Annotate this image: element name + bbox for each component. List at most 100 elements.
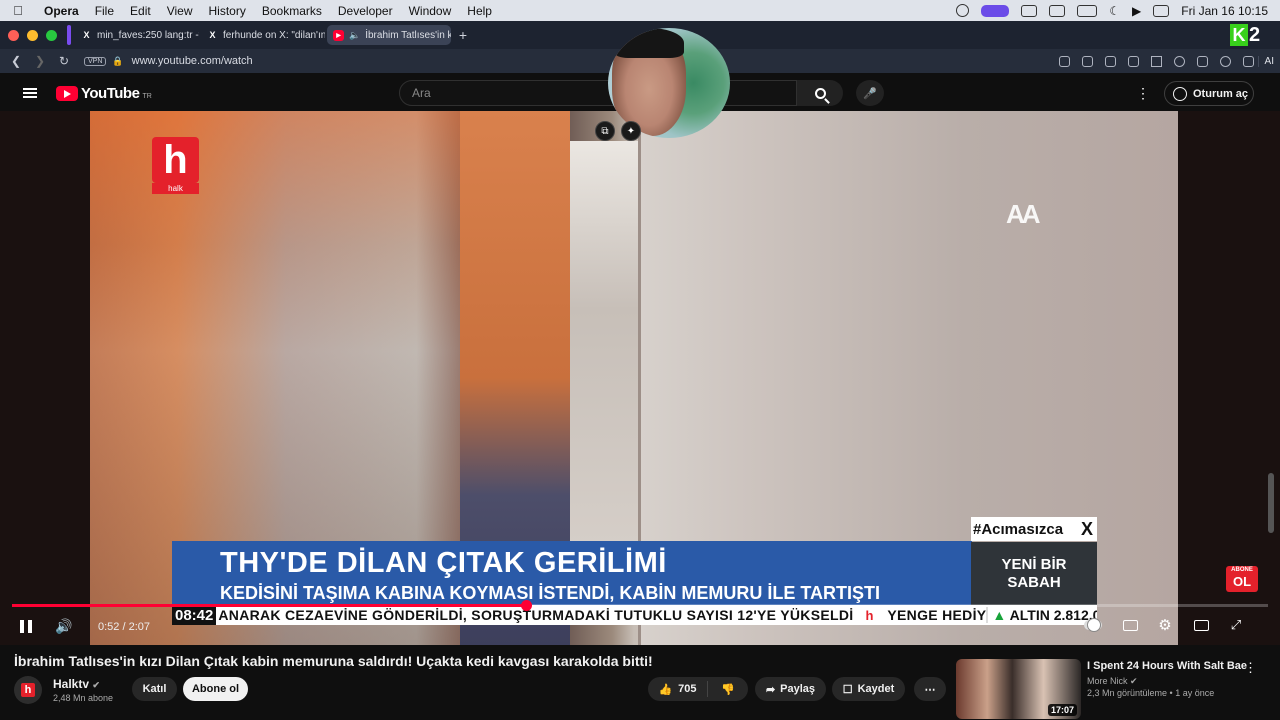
recommended-more-icon[interactable]: ⋮: [1244, 660, 1257, 676]
scrollbar-thumb[interactable]: [1268, 473, 1274, 533]
hashtag-text: #Acımasızca: [973, 520, 1064, 538]
search-input[interactable]: Ara: [399, 80, 797, 106]
subscribe-badge[interactable]: ABONE OL: [1226, 566, 1258, 592]
speaker-icon[interactable]: 🔈: [349, 30, 360, 41]
search-icon: [814, 87, 826, 99]
url-field[interactable]: www.youtube.com/watch: [132, 55, 253, 67]
extensions-cube-icon[interactable]: [1242, 55, 1254, 67]
snapshot-icon[interactable]: [1081, 55, 1093, 67]
recommended-channel[interactable]: More Nick ✔: [1087, 676, 1138, 687]
autoplay-toggle[interactable]: [1084, 617, 1102, 633]
menu-view[interactable]: View: [159, 4, 201, 18]
profile-icon[interactable]: [1219, 55, 1231, 67]
forward-button[interactable]: ❯: [28, 54, 52, 68]
screen-record-icon[interactable]: [981, 4, 1010, 17]
popout-icon[interactable]: ⧉: [595, 121, 615, 141]
verified-check-icon: ✔: [92, 680, 100, 690]
menu-app-opera[interactable]: Opera: [36, 4, 87, 18]
moon-icon[interactable]: ☾: [1109, 4, 1120, 18]
more-actions-button[interactable]: ⋯: [914, 677, 946, 701]
fullscreen-icon[interactable]: ⤢: [1227, 617, 1245, 633]
close-window-button[interactable]: [8, 29, 19, 41]
tab-youtube-active[interactable]: ▶ 🔈 İbrahim Tatlıses'in kı: [327, 25, 451, 45]
tab-x-search[interactable]: X min_faves:250 lang:tr -f: [75, 25, 199, 45]
scrubber-handle[interactable]: [520, 600, 532, 611]
menu-edit[interactable]: Edit: [122, 4, 159, 18]
vpn-badge[interactable]: VPN: [84, 56, 107, 66]
tab-label: min_faves:250 lang:tr -f: [97, 29, 199, 41]
menu-help[interactable]: Help: [459, 4, 500, 18]
miniplayer-icon: [1193, 619, 1209, 631]
join-button[interactable]: Katıl: [132, 677, 177, 701]
save-label: Kaydet: [857, 683, 895, 695]
menu-developer[interactable]: Developer: [330, 4, 401, 18]
zoom-window-button[interactable]: [46, 29, 57, 41]
more-dots-icon: ⋯: [924, 683, 936, 696]
halk-tv-logo: h halk: [152, 137, 199, 194]
aria-ai-button[interactable]: AI: [1257, 55, 1280, 67]
voice-search-mic-icon[interactable]: 🎤: [856, 80, 884, 106]
menu-history[interactable]: History: [201, 4, 254, 18]
share-arrow-icon: ➦: [765, 683, 776, 696]
hamburger-menu-icon[interactable]: [0, 88, 60, 98]
play-circle-icon[interactable]: ▶: [1132, 4, 1141, 18]
back-button[interactable]: ❮: [4, 54, 28, 68]
minimize-window-button[interactable]: [27, 29, 38, 41]
send-icon[interactable]: [1150, 55, 1162, 67]
dislike-button[interactable]: 👎: [708, 683, 748, 696]
volume-icon[interactable]: 🔊: [55, 618, 72, 635]
settings-gear-icon[interactable]: ⚙: [1156, 617, 1174, 634]
subscribe-button[interactable]: Abone ol: [183, 677, 248, 701]
save-button[interactable]: ☐ Kaydet: [832, 677, 905, 701]
status-ring-icon[interactable]: [956, 4, 970, 17]
lock-icon[interactable]: 🔒: [112, 56, 123, 67]
channel-avatar[interactable]: h: [14, 676, 42, 704]
miniplayer-button[interactable]: [1192, 617, 1210, 633]
menubar-clock[interactable]: Fri Jan 16 10:15: [1181, 4, 1268, 18]
recommended-title[interactable]: I Spent 24 Hours With Salt Bae: [1087, 660, 1247, 672]
program-line-1: YENİ BİR: [1001, 555, 1067, 573]
subscribe-badge-top: ABONE: [1231, 567, 1253, 573]
channel-name[interactable]: Halktv ✔: [53, 677, 100, 691]
progress-bar[interactable]: [12, 600, 1268, 611]
like-count: 705: [678, 683, 697, 695]
cabin-aisle: [560, 141, 640, 561]
subscribe-badge-bottom: OL: [1232, 574, 1252, 589]
effects-sparkle-icon[interactable]: ✦: [621, 121, 641, 141]
battery-icon[interactable]: [1077, 4, 1098, 17]
shield-icon[interactable]: [1104, 55, 1116, 67]
display-icon[interactable]: [1049, 4, 1066, 17]
control-center-icon[interactable]: [1153, 4, 1170, 17]
search-button[interactable]: [797, 80, 843, 106]
channel-info: h Halktv ✔ 2,48 Mn abone: [14, 676, 113, 704]
subtitles-button[interactable]: [1121, 617, 1139, 633]
share-button[interactable]: ➦ Paylaş: [755, 677, 826, 701]
youtube-play-icon: [56, 85, 78, 101]
recommended-thumbnail[interactable]: 17:07: [956, 659, 1081, 719]
menu-window[interactable]: Window: [401, 4, 460, 18]
apple-menu-icon[interactable]: : [0, 3, 36, 18]
menu-file[interactable]: File: [87, 4, 122, 18]
tab-x-post[interactable]: X ferhunde on X: "dilan'ın: [201, 25, 325, 45]
address-bar-tools: [1058, 55, 1258, 67]
control-grid-icon[interactable]: [1021, 4, 1038, 17]
video-player[interactable]: h halk AA THY'DE DİLAN ÇITAK GERİLİMİ KE…: [0, 111, 1280, 645]
crypto-wallet-icon[interactable]: [1127, 55, 1139, 67]
youtube-icon: ▶: [333, 29, 344, 41]
like-button[interactable]: 👍 705: [648, 681, 708, 697]
heart-icon[interactable]: [1173, 55, 1185, 67]
settings-kebab-icon[interactable]: ⋮: [1136, 85, 1150, 102]
reload-icon[interactable]: ↻: [52, 54, 76, 68]
new-tab-button[interactable]: +: [453, 27, 473, 43]
webcam-overlay[interactable]: ⧉ ✦: [595, 28, 732, 141]
like-dislike-group: 👍 705 👎: [648, 677, 748, 701]
easy-setup-icon[interactable]: [1058, 55, 1070, 67]
recommended-video[interactable]: 17:07 I Spent 24 Hours With Salt Bae Mor…: [956, 657, 1257, 720]
sign-in-button[interactable]: Oturum aç: [1164, 81, 1254, 106]
menu-bookmarks[interactable]: Bookmarks: [254, 4, 330, 18]
youtube-logo[interactable]: YouTube TR: [56, 85, 152, 102]
menu-lines-icon[interactable]: [1196, 55, 1208, 67]
pause-button[interactable]: [20, 620, 32, 633]
page-scrollbar[interactable]: [1268, 113, 1276, 643]
verified-check-icon: ✔: [1130, 676, 1138, 686]
